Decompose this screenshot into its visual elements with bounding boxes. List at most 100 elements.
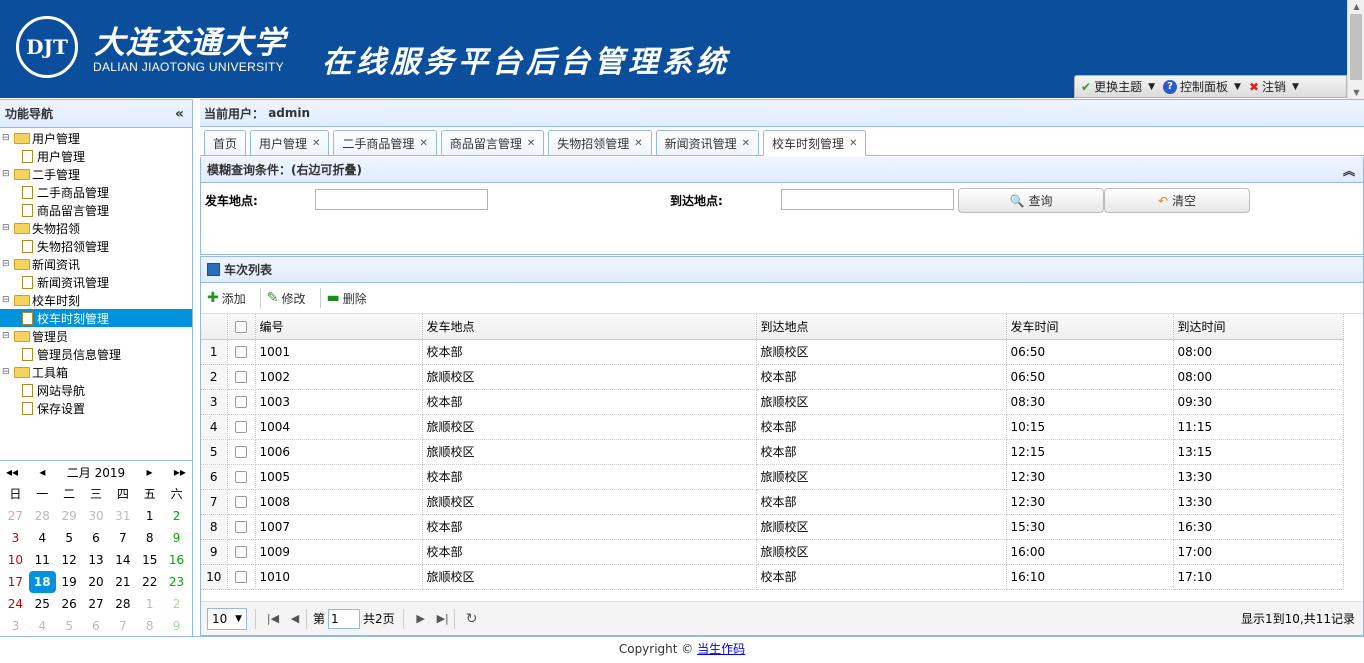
page-scrollbar[interactable]: ▲ ▼ [1347, 0, 1364, 100]
close-icon[interactable]: ✕ [742, 138, 750, 149]
tree-node-item[interactable]: 用户管理 [0, 147, 192, 165]
table-row[interactable]: 4 1004 旅顺校区 校本部 10:15 11:15 [201, 414, 1344, 440]
table-row[interactable]: 3 1003 校本部 旅顺校区 08:30 09:30 [201, 389, 1344, 415]
calendar-day[interactable]: 10 [2, 549, 29, 571]
change-theme-button[interactable]: ✔ 更换主题 ▼ [1081, 78, 1155, 95]
checkbox-icon[interactable] [235, 346, 247, 358]
select-all-checkbox[interactable] [227, 314, 256, 340]
calendar-day[interactable]: 8 [136, 615, 163, 637]
calendar-day[interactable]: 18 [28, 571, 56, 593]
row-checkbox[interactable] [227, 439, 256, 465]
row-checkbox[interactable] [227, 414, 256, 440]
next-page-icon[interactable]: ▶ [410, 612, 432, 625]
calendar-day[interactable]: 29 [56, 505, 83, 527]
checkbox-icon[interactable] [235, 446, 247, 458]
table-row[interactable]: 5 1006 旅顺校区 校本部 12:15 13:15 [201, 439, 1344, 465]
scroll-up-icon[interactable]: ▲ [1348, 0, 1364, 13]
calendar-day[interactable]: 28 [29, 505, 56, 527]
checkbox-icon[interactable] [235, 546, 247, 558]
calendar-day[interactable]: 22 [136, 571, 163, 593]
close-icon[interactable]: ✕ [419, 138, 427, 149]
prev-month-icon[interactable]: ◂ [39, 465, 45, 479]
calendar-day[interactable]: 20 [83, 571, 110, 593]
expand-icon[interactable]: ⊟ [2, 259, 14, 269]
tab-item[interactable]: 商品留言管理 ✕ [440, 130, 545, 155]
tree-node-item[interactable]: 失物招领管理 [0, 237, 192, 255]
query-button[interactable]: 🔍 查询 [958, 188, 1104, 213]
calendar-day[interactable]: 3 [2, 615, 29, 637]
tree-node-item[interactable]: 二手商品管理 [0, 183, 192, 201]
next-year-icon[interactable]: ▸▸ [174, 465, 186, 479]
calendar-day[interactable]: 8 [136, 527, 163, 549]
calendar-day[interactable]: 30 [83, 505, 110, 527]
close-icon[interactable]: ✕ [849, 138, 857, 149]
last-page-icon[interactable]: ▶| [432, 612, 454, 625]
tab-item[interactable]: 二手商品管理 ✕ [333, 130, 437, 155]
column-header[interactable]: 发车地点 [422, 314, 757, 340]
tab-item[interactable]: 首页 [204, 130, 247, 155]
expand-icon[interactable]: ⊟ [2, 367, 14, 377]
tree-node-item[interactable]: 商品留言管理 [0, 201, 192, 219]
row-checkbox[interactable] [227, 564, 256, 590]
calendar-day[interactable]: 2 [163, 505, 190, 527]
arrive-input[interactable] [781, 189, 954, 210]
calendar-day[interactable]: 3 [2, 527, 29, 549]
checkbox-icon[interactable] [235, 371, 247, 383]
calendar-day[interactable]: 15 [136, 549, 163, 571]
first-page-icon[interactable]: |◀ [262, 612, 284, 625]
calendar-day[interactable]: 6 [83, 527, 110, 549]
calendar-day[interactable]: 21 [109, 571, 136, 593]
calendar-day[interactable]: 13 [83, 549, 110, 571]
calendar-day[interactable]: 5 [56, 615, 83, 637]
calendar-day[interactable]: 7 [109, 615, 136, 637]
table-row[interactable]: 2 1002 旅顺校区 校本部 06:50 08:00 [201, 364, 1344, 390]
tree-node-folder[interactable]: ⊟ 新闻资讯 [0, 255, 192, 273]
expand-icon[interactable]: ⊟ [2, 133, 14, 143]
calendar-day[interactable]: 16 [163, 549, 190, 571]
tree-node-item[interactable]: 校车时刻管理 [0, 309, 192, 327]
column-header[interactable]: 编号 [255, 314, 423, 340]
row-checkbox[interactable] [227, 389, 256, 415]
logout-button[interactable]: ✖ 注销 ▼ [1249, 78, 1299, 95]
checkbox-icon[interactable] [235, 521, 247, 533]
calendar-day[interactable]: 23 [163, 571, 190, 593]
refresh-icon[interactable]: ↻ [461, 611, 483, 627]
calendar-day[interactable]: 27 [83, 593, 110, 615]
prev-page-icon[interactable]: ◀ [284, 612, 306, 625]
table-row[interactable]: 10 1010 旅顺校区 校本部 16:10 17:10 [201, 564, 1344, 590]
tab-item[interactable]: 新闻资讯管理 ✕ [655, 130, 760, 155]
calendar-day[interactable]: 26 [56, 593, 83, 615]
tab-item[interactable]: 用户管理 ✕ [250, 130, 330, 155]
column-header[interactable]: 发车时间 [1006, 314, 1174, 340]
calendar-day[interactable]: 1 [136, 593, 163, 615]
table-row[interactable]: 7 1008 旅顺校区 校本部 12:30 13:30 [201, 489, 1344, 515]
tree-node-folder[interactable]: ⊟ 校车时刻 [0, 291, 192, 309]
calendar-day[interactable]: 4 [29, 527, 56, 549]
calendar-day[interactable]: 28 [109, 593, 136, 615]
expand-icon[interactable]: ⊟ [2, 169, 14, 179]
control-panel-button[interactable]: ? 控制面板 ▼ [1163, 78, 1241, 95]
prev-year-icon[interactable]: ◂◂ [6, 465, 18, 479]
calendar-day[interactable]: 17 [2, 571, 29, 593]
scrollbar-thumb[interactable] [1350, 14, 1362, 80]
tab-item[interactable]: 失物招领管理 ✕ [548, 130, 652, 155]
close-icon[interactable]: ✕ [312, 138, 320, 149]
clear-button[interactable]: ↶ 清空 [1104, 188, 1250, 213]
calendar-day[interactable]: 2 [163, 593, 190, 615]
row-checkbox[interactable] [227, 514, 256, 540]
row-checkbox[interactable] [227, 489, 256, 515]
expand-icon[interactable]: ⊟ [2, 331, 14, 341]
checkbox-icon[interactable] [235, 421, 247, 433]
tree-node-item[interactable]: 保存设置 [0, 399, 192, 417]
tree-node-folder[interactable]: ⊟ 管理员 [0, 327, 192, 345]
table-row[interactable]: 6 1005 校本部 旅顺校区 12:30 13:30 [201, 464, 1344, 490]
row-checkbox[interactable] [227, 464, 256, 490]
table-row[interactable]: 1 1001 校本部 旅顺校区 06:50 08:00 [201, 339, 1344, 365]
checkbox-icon[interactable] [235, 571, 247, 583]
scroll-down-icon[interactable]: ▼ [1348, 86, 1364, 99]
edit-button[interactable]: ✎ 修改 [267, 290, 312, 307]
calendar-day[interactable]: 9 [163, 527, 190, 549]
add-button[interactable]: ✚ 添加 [207, 290, 252, 307]
calendar-day[interactable]: 14 [109, 549, 136, 571]
depart-input[interactable] [315, 189, 488, 210]
